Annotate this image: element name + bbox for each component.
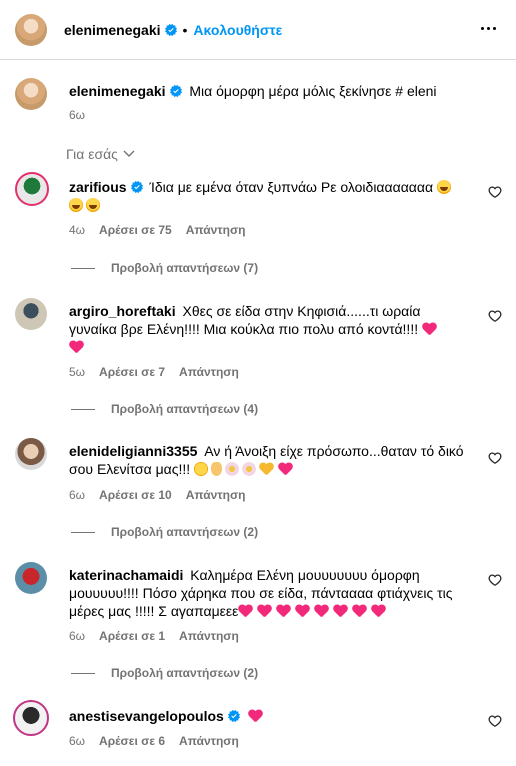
comment-text: Ίδια με εμένα όταν ξυπνάω Ρε ολοιδιααααα… [149,179,434,195]
view-replies-label: Προβολή απαντήσεων (2) [111,666,259,680]
caption: elenimenegaki Μια όμορφη μέρα μόλις ξεκί… [15,78,516,128]
view-replies-label: Προβολή απαντήσεων (4) [111,402,259,416]
comment-item: argiro_horeftaki Χθες σε είδα στην Κηφισ… [15,298,516,418]
comment-meta: 5ω Αρέσει σε 7 Απάντηση [69,365,239,379]
avatar[interactable] [15,172,49,206]
comment-username[interactable]: argiro_horeftaki [69,303,176,319]
reply-button[interactable]: Απάντηση [179,629,239,643]
reply-button[interactable]: Απάντηση [186,488,246,502]
smiling-emoji-icon [194,462,209,476]
avatar[interactable] [15,298,47,330]
comment-meta: 4ω Αρέσει σε 75 Απάντηση [69,223,246,237]
pink-heart-emoji-icon [278,463,292,476]
verified-icon [228,710,240,722]
comment-meta: 6ω Αρέσει σε 1 Απάντηση [69,629,239,643]
post-header: elenimenegaki • Ακολουθήστε [0,0,516,60]
pink-heart-emoji-icon [238,605,252,618]
comment-item: anestisevangelopoulos 6ω Αρέσει σε 6 Απά… [13,700,516,760]
comment-body: anestisevangelopoulos [69,707,468,725]
sort-label: Για εσάς [66,146,118,162]
avatar[interactable] [13,700,49,736]
timestamp: 6ω [69,734,86,748]
view-replies-button[interactable]: Προβολή απαντήσεων (2) [71,666,258,680]
likes-count[interactable]: Αρέσει σε 1 [99,629,165,643]
comment-username[interactable]: anestisevangelopoulos [69,708,224,724]
pink-heart-emoji-icon [248,710,262,723]
timestamp: 6ω [69,108,86,122]
reply-button[interactable]: Απάντηση [186,223,246,237]
laughing-emoji-icon [436,180,451,194]
comment-meta: 6ω Αρέσει σε 10 Απάντηση [69,488,246,502]
pink-heart-emoji-icon [314,605,328,618]
comment-item: elenideligianni3355 Αν ή Άνοιξη είχε πρό… [15,438,516,539]
like-heart-icon[interactable] [488,185,502,199]
likes-count[interactable]: Αρέσει σε 6 [99,734,165,748]
divider [71,267,95,269]
likes-count[interactable]: Αρέσει σε 7 [99,365,165,379]
header-username[interactable]: elenimenegaki [64,22,161,38]
view-replies-button[interactable]: Προβολή απαντήσεων (7) [71,261,258,275]
comment-body: katerinachamaidi Καλημέρα Ελένη μουυυυυυ… [69,566,468,620]
comment-meta: 6ω Αρέσει σε 6 Απάντηση [69,734,239,748]
comment-username[interactable]: katerinachamaidi [69,567,183,583]
yellow-heart-emoji-icon [259,463,273,476]
view-replies-button[interactable]: Προβολή απαντήσεων (2) [71,525,258,539]
divider [71,531,95,533]
pink-heart-emoji-icon [333,605,347,618]
more-horizontal-icon[interactable] [476,16,500,40]
comment-username[interactable]: zarifious [69,179,127,195]
like-heart-icon[interactable] [488,309,502,323]
comment-item: zarifious Ίδια με εμένα όταν ξυπνάω Ρε ο… [15,172,516,282]
view-replies-button[interactable]: Προβολή απαντήσεων (4) [71,402,258,416]
avatar[interactable] [15,562,47,594]
avatar[interactable] [15,438,47,470]
pink-heart-emoji-icon [69,341,83,354]
view-replies-label: Προβολή απαντήσεων (2) [111,525,259,539]
comment-item: katerinachamaidi Καλημέρα Ελένη μουυυυυυ… [15,562,516,682]
separator: • [182,21,188,38]
timestamp: 4ω [69,223,86,237]
view-replies-label: Προβολή απαντήσεων (7) [111,261,259,275]
pink-heart-emoji-icon [371,605,385,618]
pink-heart-emoji-icon [352,605,366,618]
reply-button[interactable]: Απάντηση [179,734,239,748]
comment-body: elenideligianni3355 Αν ή Άνοιξη είχε πρό… [69,442,468,478]
verified-icon [170,85,182,97]
timestamp: 6ω [69,629,86,643]
caption-text: Μια όμορφη μέρα μόλις ξεκίνησε # eleni [189,83,437,99]
comment-username[interactable]: elenideligianni3355 [69,443,197,459]
blossom-emoji-icon [242,462,257,476]
pink-heart-emoji-icon [422,323,436,336]
timestamp: 6ω [69,488,86,502]
follow-button[interactable]: Ακολουθήστε [193,22,282,38]
blossom-emoji-icon [225,462,240,476]
sort-dropdown[interactable]: Για εσάς [66,146,135,162]
comment-body: zarifious Ίδια με εμένα όταν ξυπνάω Ρε ο… [69,178,468,214]
avatar[interactable] [15,78,47,110]
laughing-emoji-icon [69,198,83,212]
pink-heart-emoji-icon [257,605,271,618]
verified-icon [131,181,143,193]
verified-icon [165,24,177,36]
divider [71,672,95,674]
timestamp: 5ω [69,365,86,379]
reply-button[interactable]: Απάντηση [179,365,239,379]
comment-body: argiro_horeftaki Χθες σε είδα στην Κηφισ… [69,302,468,356]
like-heart-icon[interactable] [488,714,502,728]
pink-heart-emoji-icon [295,605,309,618]
caption-username[interactable]: elenimenegaki [69,83,166,99]
avatar[interactable] [15,13,47,46]
likes-count[interactable]: Αρέσει σε 75 [99,223,172,237]
chevron-down-icon [123,150,135,157]
like-heart-icon[interactable] [488,451,502,465]
divider [71,408,95,410]
likes-count[interactable]: Αρέσει σε 10 [99,488,172,502]
caption-meta: 6ω [69,108,85,122]
ok-hand-emoji-icon [211,462,223,476]
like-heart-icon[interactable] [488,573,502,587]
pink-heart-emoji-icon [276,605,290,618]
laughing-emoji-icon [86,198,100,212]
caption-body: elenimenegaki Μια όμορφη μέρα μόλις ξεκί… [69,82,468,100]
